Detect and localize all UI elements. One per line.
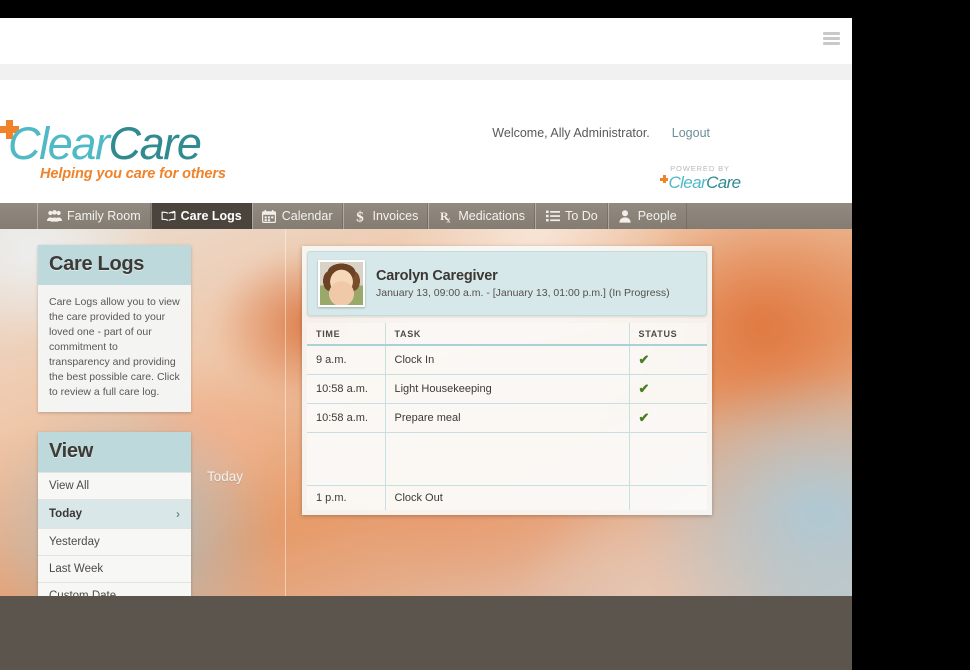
cell-status: ✔ bbox=[628, 403, 707, 433]
view-item-label: Last Week bbox=[49, 563, 104, 575]
chevron-right-icon: › bbox=[176, 507, 180, 521]
cell-task: Prepare meal bbox=[385, 403, 629, 433]
list-icon bbox=[545, 209, 560, 224]
nav-item-people[interactable]: People bbox=[607, 203, 687, 229]
logo-word-care: Care bbox=[108, 118, 202, 169]
column-header-task: TASK bbox=[385, 323, 629, 346]
nav-item-care-logs[interactable]: Care Logs bbox=[150, 203, 252, 229]
view-item-today[interactable]: Today › bbox=[38, 499, 191, 528]
caregiver-banner[interactable]: Carolyn Caregiver January 13, 09:00 a.m.… bbox=[307, 251, 707, 316]
dollar-icon: $ bbox=[353, 209, 368, 224]
cell-status: ✔ bbox=[628, 345, 707, 375]
cell-time: 1 p.m. bbox=[307, 485, 386, 510]
nav-item-calendar[interactable]: Calendar bbox=[251, 203, 343, 229]
caregiver-info: Carolyn Caregiver January 13, 09:00 a.m.… bbox=[376, 268, 670, 299]
care-logs-info-card: Care Logs Care Logs allow you to view th… bbox=[38, 245, 191, 412]
nav-item-to-do[interactable]: To Do bbox=[535, 203, 608, 229]
table-row[interactable]: 1 p.m. Clock Out bbox=[307, 485, 707, 510]
care-logs-info-title: Care Logs bbox=[38, 245, 191, 285]
welcome-text: Welcome, Ally Administrator. bbox=[492, 126, 650, 140]
nav-label: Care Logs bbox=[180, 209, 242, 223]
people-group-icon bbox=[47, 209, 62, 224]
today-column-label: Today bbox=[207, 469, 244, 484]
view-item-custom-date[interactable]: Custom Date bbox=[38, 582, 191, 596]
avatar bbox=[318, 260, 365, 307]
powered-by-logo: ClearCare bbox=[659, 173, 741, 192]
nav-label: Calendar bbox=[281, 209, 333, 223]
cell-time: 10:58 a.m. bbox=[307, 403, 386, 433]
nav-label: People bbox=[637, 209, 677, 223]
care-log-table: TIME TASK STATUS 9 a.m. Clock In ✔ 10:58… bbox=[307, 323, 707, 510]
cell-status: ✔ bbox=[628, 374, 707, 404]
view-item-yesterday[interactable]: Yesterday bbox=[38, 528, 191, 555]
column-header-time: TIME bbox=[307, 323, 386, 346]
view-filter-card: View View All Today › Yesterday Last Wee… bbox=[38, 432, 191, 596]
nav-item-invoices[interactable]: $ Invoices bbox=[342, 203, 429, 229]
table-row[interactable]: 9 a.m. Clock In ✔ bbox=[307, 345, 707, 375]
hamburger-menu-icon[interactable] bbox=[823, 32, 840, 45]
sidebar: Care Logs Care Logs allow you to view th… bbox=[38, 245, 191, 596]
care-log-card: Carolyn Caregiver January 13, 09:00 a.m.… bbox=[302, 246, 712, 515]
person-icon bbox=[618, 209, 633, 224]
caregiver-shift: January 13, 09:00 a.m. - [January 13, 01… bbox=[376, 287, 670, 299]
site-header: ClearCare Helping you care for others We… bbox=[0, 80, 852, 203]
hamburger-line bbox=[823, 32, 840, 35]
main-content: Today Care Logs Care Logs allow you to v… bbox=[0, 229, 852, 596]
cell-task: Clock Out bbox=[385, 485, 629, 510]
nav-label: Medications bbox=[458, 209, 526, 223]
cell-status bbox=[628, 485, 707, 510]
powered-by-block: POWERED BY ClearCare bbox=[640, 164, 760, 193]
logo-wordmark: ClearCare bbox=[8, 118, 202, 170]
svg-text:x: x bbox=[446, 215, 450, 223]
hamburger-line bbox=[823, 37, 840, 40]
svg-text:$: $ bbox=[356, 209, 364, 224]
powered-logo-clear: Clear bbox=[668, 173, 707, 192]
logo-word-clear: Clear bbox=[8, 118, 110, 169]
logout-link[interactable]: Logout bbox=[672, 126, 710, 140]
rx-icon: R x bbox=[438, 209, 453, 224]
app-page: ClearCare Helping you care for others We… bbox=[0, 18, 852, 670]
cell-time: 10:58 a.m. bbox=[307, 374, 386, 404]
view-item-last-week[interactable]: Last Week bbox=[38, 555, 191, 582]
clearcare-logo[interactable]: ClearCare Helping you care for others bbox=[0, 118, 226, 190]
check-icon: ✔ bbox=[638, 410, 650, 425]
cell-task: Light Housekeeping bbox=[385, 374, 629, 404]
view-item-label: View All bbox=[49, 480, 90, 492]
nav-items: Family Room Care Logs Calendar $ Invoice… bbox=[37, 203, 687, 229]
content-divider bbox=[285, 229, 286, 596]
view-item-label: Yesterday bbox=[49, 536, 100, 548]
page-footer bbox=[0, 596, 852, 670]
welcome-row: Welcome, Ally Administrator. Logout bbox=[492, 126, 710, 140]
nav-item-family-room[interactable]: Family Room bbox=[37, 203, 151, 229]
calendar-icon bbox=[262, 209, 277, 224]
screenshot-frame: ClearCare Helping you care for others We… bbox=[0, 0, 970, 670]
table-header-row: TIME TASK STATUS bbox=[307, 323, 707, 346]
nav-label: Invoices bbox=[372, 209, 419, 223]
caregiver-name: Carolyn Caregiver bbox=[376, 268, 498, 284]
care-logs-info-body: Care Logs allow you to view the care pro… bbox=[49, 296, 180, 398]
table-row[interactable]: 10:58 a.m. Prepare meal ✔ bbox=[307, 403, 707, 433]
view-item-view-all[interactable]: View All bbox=[38, 472, 191, 499]
plus-cross-icon-small bbox=[660, 175, 669, 183]
check-icon: ✔ bbox=[638, 381, 650, 396]
powered-by-label: POWERED BY bbox=[670, 164, 730, 173]
view-filter-title: View bbox=[38, 432, 191, 472]
table-row-highlighted-placeholder bbox=[307, 432, 707, 486]
nav-label: To Do bbox=[565, 209, 598, 223]
cell-time: 9 a.m. bbox=[307, 345, 386, 375]
hamburger-line bbox=[823, 42, 840, 45]
column-header-status: STATUS bbox=[628, 323, 707, 346]
browser-chrome-bar bbox=[0, 18, 852, 64]
table-row[interactable]: 10:58 a.m. Light Housekeeping ✔ bbox=[307, 374, 707, 404]
main-navigation-bar: Family Room Care Logs Calendar $ Invoice… bbox=[0, 203, 852, 229]
chrome-divider bbox=[0, 64, 852, 80]
check-icon: ✔ bbox=[638, 352, 650, 367]
nav-item-medications[interactable]: R x Medications bbox=[428, 203, 536, 229]
view-item-label: Today bbox=[49, 508, 83, 520]
nav-label: Family Room bbox=[67, 209, 141, 223]
logo-tagline: Helping you care for others bbox=[40, 166, 226, 182]
powered-logo-care: Care bbox=[706, 173, 741, 192]
cell-task: Clock In bbox=[385, 345, 629, 375]
open-book-icon bbox=[161, 209, 176, 224]
